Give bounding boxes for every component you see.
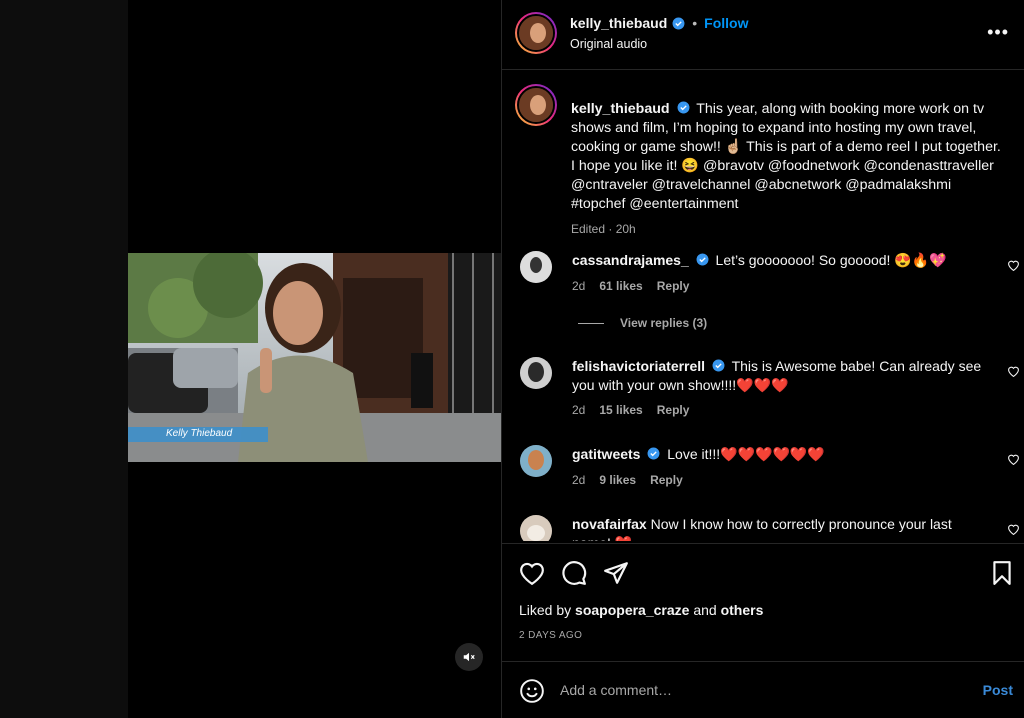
comment-text: felishavictoriaterrell This is Awesome b… xyxy=(572,357,982,395)
verified-badge-icon xyxy=(677,101,689,114)
replies-divider xyxy=(578,322,604,324)
comment-icon[interactable] xyxy=(561,560,587,586)
commenter-avatar[interactable] xyxy=(520,515,552,541)
video-player[interactable]: Kelly Thiebaud xyxy=(128,253,501,462)
author-line: kelly_thiebaud • Follow xyxy=(570,15,749,31)
commenter-avatar[interactable] xyxy=(520,251,552,283)
comment-meta: 2d 61 likes Reply xyxy=(572,279,689,293)
liked-by-and: and xyxy=(693,602,717,618)
verified-badge-icon xyxy=(696,253,709,266)
caption-text: kelly_thiebaud This year, along with boo… xyxy=(571,100,1001,214)
heart-icon[interactable] xyxy=(1007,259,1020,271)
liked-by-prefix: Liked by xyxy=(519,602,572,618)
heart-icon[interactable] xyxy=(1007,453,1020,465)
comment-meta: 2d 15 likes Reply xyxy=(572,403,689,417)
comment-age: 2d xyxy=(572,473,586,487)
heart-icon[interactable] xyxy=(1007,523,1020,535)
media-area[interactable]: Kelly Thiebaud xyxy=(128,0,501,718)
commenter-username[interactable]: cassandrajames_ xyxy=(572,252,689,268)
commenter-avatar[interactable] xyxy=(520,445,552,477)
liked-by-line: Liked by soapopera_craze and others xyxy=(519,602,763,618)
comment-text: cassandrajames_ Let’s gooooooo! So goooo… xyxy=(572,251,982,270)
caption-avatar[interactable] xyxy=(515,84,557,126)
caption-username[interactable]: kelly_thiebaud xyxy=(571,101,670,117)
comment-text: novafairfax Now I know how to correctly … xyxy=(572,515,982,541)
commenter-avatar[interactable] xyxy=(520,357,552,389)
comment-text: gatitweets Love it!!!❤️❤️❤️❤️❤️❤️ xyxy=(572,445,982,464)
comments-list[interactable]: kelly_thiebaud This year, along with boo… xyxy=(502,71,1024,541)
comment-likes[interactable]: 9 likes xyxy=(599,473,636,487)
more-options-button[interactable]: ••• xyxy=(987,22,1009,43)
liked-by-others[interactable]: others xyxy=(721,602,764,618)
left-gutter xyxy=(0,0,128,718)
reply-button[interactable]: Reply xyxy=(657,403,690,417)
author-avatar[interactable] xyxy=(515,12,557,54)
mute-icon xyxy=(463,652,475,662)
emoji-icon[interactable] xyxy=(519,678,545,704)
commenter-username[interactable]: novafairfax xyxy=(572,516,647,532)
post-panel: kelly_thiebaud • Follow Original audio •… xyxy=(501,0,1024,718)
verified-badge-icon xyxy=(647,447,660,460)
bookmark-icon[interactable] xyxy=(989,560,1015,586)
liked-by-user[interactable]: soapopera_craze xyxy=(575,602,689,618)
comment-body: Let’s gooooooo! So gooood! 😍🔥💖 xyxy=(715,252,947,268)
comment-input[interactable] xyxy=(560,678,940,702)
caption-meta: Edited · 20h xyxy=(571,222,636,236)
post-timestamp[interactable]: 2 DAYS AGO xyxy=(519,630,582,641)
video-caption-text: Kelly Thiebaud xyxy=(166,428,233,439)
heart-icon[interactable] xyxy=(1007,365,1020,377)
audio-link[interactable]: Original audio xyxy=(570,37,647,51)
comment-composer: Post xyxy=(502,661,1024,718)
comment-body: Love it!!!❤️❤️❤️❤️❤️❤️ xyxy=(667,446,825,462)
verified-badge-icon xyxy=(712,359,725,372)
commenter-username[interactable]: felishavictoriaterrell xyxy=(572,358,705,374)
view-replies-button[interactable]: View replies (3) xyxy=(578,316,707,330)
comment-meta: 2d 9 likes Reply xyxy=(572,473,683,487)
separator-dot: • xyxy=(692,15,698,31)
comment-likes[interactable]: 15 likes xyxy=(599,403,642,417)
like-heart-icon[interactable] xyxy=(519,560,545,586)
post-comment-button[interactable]: Post xyxy=(983,682,1013,698)
post-header: kelly_thiebaud • Follow Original audio •… xyxy=(502,0,1024,70)
reply-button[interactable]: Reply xyxy=(650,473,683,487)
comment-age: 2d xyxy=(572,279,586,293)
reply-button[interactable]: Reply xyxy=(657,279,690,293)
commenter-username[interactable]: gatitweets xyxy=(572,446,640,462)
comment-age: 2d xyxy=(572,403,586,417)
share-icon[interactable] xyxy=(603,560,629,586)
mute-button[interactable] xyxy=(455,643,483,671)
verified-badge-icon xyxy=(672,17,685,29)
action-bar: Liked by soapopera_craze and others 2 DA… xyxy=(502,543,1024,653)
follow-button[interactable]: Follow xyxy=(704,15,748,31)
view-replies-label[interactable]: View replies (3) xyxy=(620,316,707,330)
author-username[interactable]: kelly_thiebaud xyxy=(570,15,667,31)
caption-body: This year, along with booking more work … xyxy=(571,101,1001,212)
comment-likes[interactable]: 61 likes xyxy=(599,279,642,293)
